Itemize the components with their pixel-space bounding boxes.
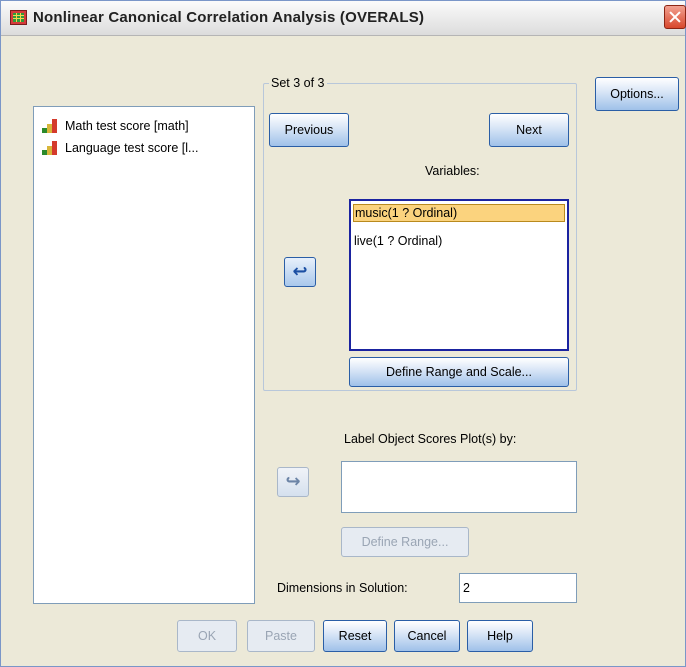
paste-button-label: Paste — [265, 629, 297, 643]
define-range-label: Define Range... — [361, 535, 449, 549]
next-button-label: Next — [516, 123, 542, 137]
variables-label: Variables: — [425, 164, 480, 178]
close-button[interactable] — [664, 5, 686, 29]
cancel-button-label: Cancel — [407, 629, 447, 643]
source-variable-list[interactable]: Math test score [math] Language test sco… — [33, 106, 255, 604]
reset-button-label: Reset — [338, 629, 372, 643]
app-icon — [10, 10, 27, 25]
previous-button-label: Previous — [284, 123, 334, 137]
options-button[interactable]: Options... — [595, 77, 679, 111]
overals-dialog: Nonlinear Canonical Correlation Analysis… — [0, 0, 686, 667]
variable-item-music[interactable]: music(1 ? Ordinal) — [353, 204, 565, 222]
dimensions-label: Dimensions in Solution: — [277, 581, 408, 595]
define-range-scale-button[interactable]: Define Range and Scale... — [349, 357, 569, 387]
dimensions-field[interactable]: 2 — [459, 573, 577, 603]
ok-button: OK — [177, 620, 237, 652]
source-item-language[interactable]: Language test score [l... — [42, 139, 198, 157]
label-plots-field[interactable] — [341, 461, 577, 513]
variable-item-live[interactable]: live(1 ? Ordinal) — [353, 232, 565, 250]
move-to-label-button: ↪ — [277, 467, 309, 497]
ok-button-label: OK — [197, 629, 217, 643]
paste-button: Paste — [247, 620, 315, 652]
help-button[interactable]: Help — [467, 620, 533, 652]
reset-button[interactable]: Reset — [323, 620, 387, 652]
title-bar[interactable]: Nonlinear Canonical Correlation Analysis… — [1, 1, 686, 36]
label-plots-label: Label Object Scores Plot(s) by: — [344, 432, 517, 446]
source-item-label: Math test score [math] — [65, 119, 189, 133]
next-button[interactable]: Next — [489, 113, 569, 147]
arrow-left-icon: ↩ — [292, 261, 308, 282]
define-range-scale-label: Define Range and Scale... — [386, 365, 532, 379]
move-to-variables-button[interactable]: ↩ — [284, 257, 316, 287]
window-title: Nonlinear Canonical Correlation Analysis… — [33, 9, 425, 26]
scale-variable-icon — [42, 119, 58, 133]
cancel-button[interactable]: Cancel — [394, 620, 460, 652]
arrow-right-icon: ↪ — [285, 471, 301, 492]
variables-list[interactable]: music(1 ? Ordinal) live(1 ? Ordinal) — [349, 199, 569, 351]
scale-variable-icon — [42, 141, 58, 155]
source-item-label: Language test score [l... — [65, 141, 199, 155]
source-item-math[interactable]: Math test score [math] — [42, 117, 189, 135]
previous-button[interactable]: Previous — [269, 113, 349, 147]
options-button-label: Options... — [610, 87, 664, 101]
set-group-label: Set 3 of 3 — [269, 76, 327, 90]
help-button-label: Help — [487, 629, 513, 643]
define-range-button: Define Range... — [341, 527, 469, 557]
